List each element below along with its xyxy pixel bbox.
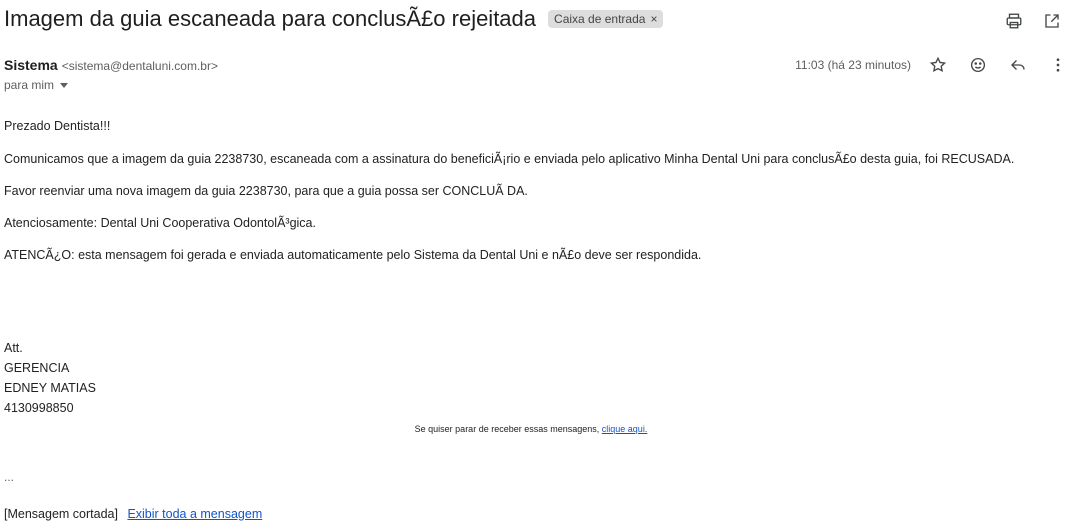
signature-line-1: Att. (4, 341, 23, 355)
label-chip-text: Caixa de entrada (554, 12, 646, 26)
print-button[interactable] (1003, 10, 1025, 32)
signature-line-3: EDNEY MATIAS (4, 381, 96, 395)
emoji-reaction-icon (970, 57, 986, 73)
star-button[interactable] (927, 54, 949, 76)
body-paragraph-4: ATENCÃ¿O: esta mensagem foi gerada e env… (4, 248, 702, 262)
timestamp: 11:03 (há 23 minutos) (795, 58, 911, 72)
subject-row: Imagem da guia escaneada para conclusÃ£o… (4, 6, 664, 32)
unsubscribe-notice: Se quiser parar de receber essas mensage… (0, 424, 1062, 434)
clipped-message-text: [Mensagem cortada] (4, 507, 118, 521)
reply-button[interactable] (1007, 54, 1029, 76)
open-in-new-window-button[interactable] (1041, 10, 1063, 32)
clipped-message-notice: [Mensagem cortada] Exibir toda a mensage… (4, 507, 262, 521)
unsubscribe-link[interactable]: clique aqui. (602, 424, 648, 434)
more-options-icon (1056, 58, 1060, 72)
unsubscribe-text: Se quiser parar de receber essas mensage… (414, 424, 600, 434)
recipient-details-toggle[interactable]: para mim (4, 78, 69, 92)
body-paragraph-1: Comunicamos que a imagem da guia 2238730… (4, 152, 1015, 166)
body-paragraph-3: Atenciosamente: Dental Uni Cooperativa O… (4, 216, 316, 230)
sender-email: <sistema@dentaluni.com.br> (61, 59, 218, 73)
print-icon (1006, 13, 1022, 29)
recipient-label: para mim (4, 78, 55, 92)
reply-icon (1011, 60, 1025, 70)
sender-row: Sistema <sistema@dentaluni.com.br> (4, 57, 218, 73)
open-in-new-window-icon (1045, 14, 1059, 28)
more-options-button[interactable] (1047, 54, 1069, 76)
trimmed-content-toggle[interactable]: ... (4, 470, 14, 484)
email-subject: Imagem da guia escaneada para conclusÃ£o… (4, 6, 537, 31)
signature: Att. GERENCIA EDNEY MATIAS 4130998850 (4, 338, 96, 418)
label-chip-inbox[interactable]: Caixa de entrada × (548, 10, 664, 28)
signature-line-2: GERENCIA (4, 361, 70, 375)
body-paragraph-2: Favor reenviar uma nova imagem da guia 2… (4, 184, 528, 198)
view-full-message-link[interactable]: Exibir toda a mensagem (127, 507, 262, 521)
sender-name[interactable]: Sistema (4, 57, 58, 73)
body-greeting: Prezado Dentista!!! (4, 119, 111, 133)
signature-line-4: 4130998850 (4, 401, 74, 415)
message-meta: 11:03 (há 23 minutos) (795, 54, 1069, 76)
star-icon (929, 56, 947, 73)
remove-label-button[interactable]: × (650, 12, 657, 26)
emoji-reaction-button[interactable] (967, 54, 989, 76)
thread-actions (1003, 10, 1063, 32)
chevron-down-icon (60, 82, 69, 88)
